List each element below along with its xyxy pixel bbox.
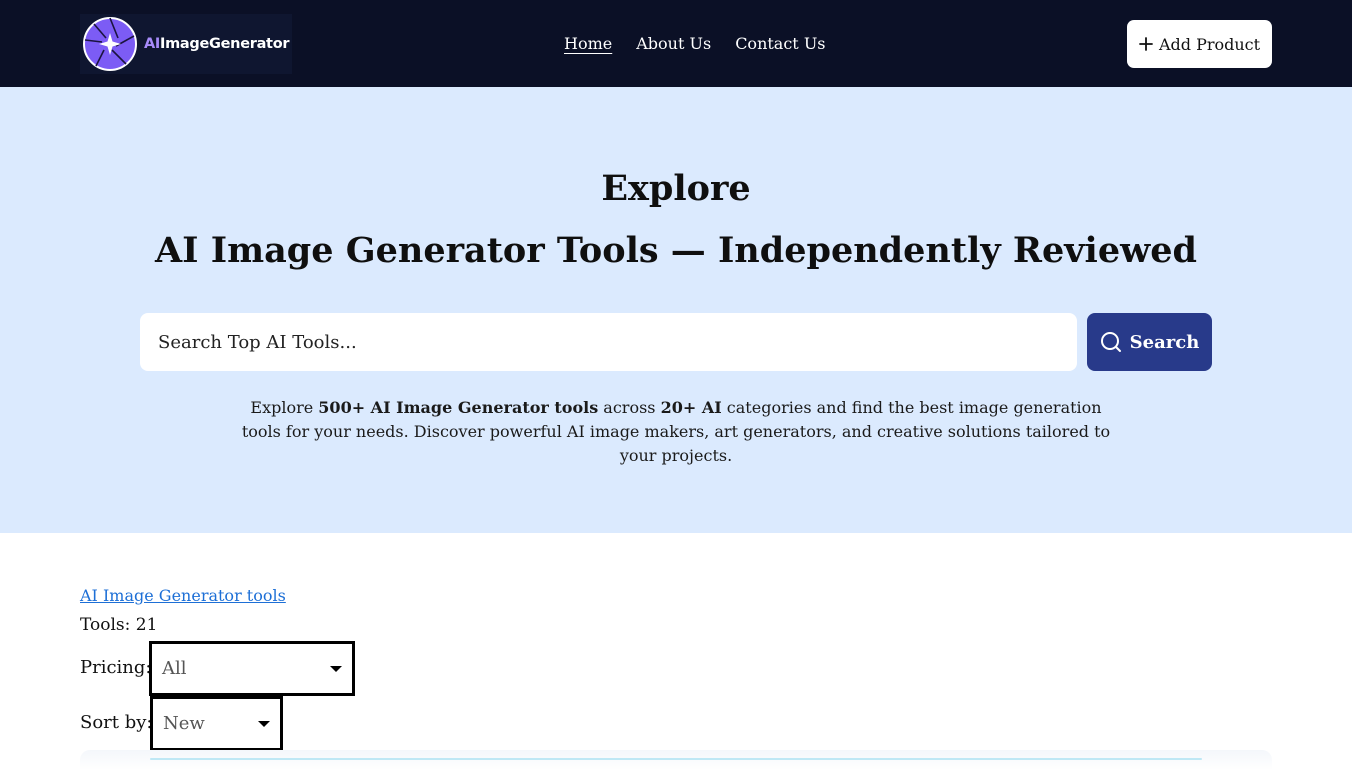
hero-title-explore: Explore bbox=[601, 168, 751, 209]
tools-count: Tools: 21 bbox=[80, 615, 158, 635]
categories-count-highlight: 20+ AI bbox=[660, 398, 722, 417]
pricing-label: Pricing: bbox=[80, 657, 152, 678]
pricing-select-value: All bbox=[162, 658, 187, 679]
search-button-label: Search bbox=[1129, 331, 1200, 353]
hero-section: Explore AI Image Generator Tools — Indep… bbox=[0, 87, 1352, 533]
main-nav: Home About Us Contact Us bbox=[564, 0, 826, 87]
tools-count-highlight: 500+ AI Image Generator tools bbox=[318, 398, 599, 417]
search-box bbox=[140, 313, 1077, 371]
sort-select-value: New bbox=[163, 713, 205, 734]
nav-contact-us[interactable]: Contact Us bbox=[735, 34, 825, 53]
hero-title-main: AI Image Generator Tools — Independently… bbox=[155, 230, 1197, 271]
plus-icon bbox=[1139, 37, 1153, 51]
site-header: AIImageGenerator Home About Us Contact U… bbox=[0, 0, 1352, 87]
hero-description: Explore 500+ AI Image Generator tools ac… bbox=[241, 398, 1111, 465]
tool-card-preview bbox=[80, 750, 1272, 770]
nav-home[interactable]: Home bbox=[564, 34, 612, 53]
caret-down-icon bbox=[330, 665, 342, 672]
logo-wordmark: AIImageGenerator bbox=[144, 36, 290, 52]
sort-label: Sort by: bbox=[80, 712, 153, 733]
add-product-button[interactable]: Add Product bbox=[1127, 20, 1272, 68]
site-logo[interactable]: AIImageGenerator bbox=[80, 14, 292, 74]
pricing-select[interactable]: All bbox=[149, 641, 355, 696]
aperture-sparkle-icon bbox=[83, 17, 137, 71]
category-link[interactable]: AI Image Generator tools bbox=[80, 586, 286, 605]
nav-about-us[interactable]: About Us bbox=[636, 34, 711, 53]
caret-down-icon bbox=[258, 720, 270, 727]
search-input[interactable] bbox=[140, 313, 1077, 371]
add-product-label: Add Product bbox=[1158, 34, 1261, 54]
sort-select[interactable]: New bbox=[150, 696, 283, 751]
search-icon bbox=[1100, 332, 1121, 352]
search-button[interactable]: Search bbox=[1087, 313, 1212, 371]
